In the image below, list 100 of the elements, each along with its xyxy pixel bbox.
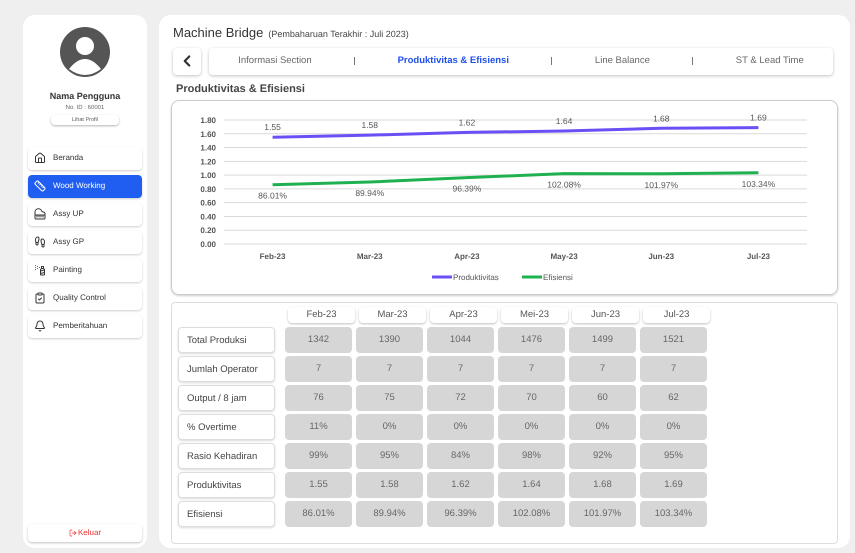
data-label: 1.68 [652, 113, 670, 124]
table-cell: 11% [285, 414, 352, 440]
table-cell: 0% [498, 414, 565, 440]
legend-swatch [432, 276, 452, 278]
table-cell: 95% [640, 443, 707, 469]
table-cell: 89.94% [356, 501, 423, 527]
menu-item[interactable]: Beranda [28, 146, 142, 170]
table-cell: 95% [356, 443, 423, 469]
y-tick-label: 0.00 [200, 240, 216, 249]
table-cell: 0% [640, 414, 707, 440]
table-cell: 1.58 [356, 472, 423, 498]
data-label: 1.55 [264, 122, 281, 132]
menu-item[interactable]: Pemberitahuan [28, 314, 142, 338]
data-label: 96.39% [452, 184, 482, 194]
bell-icon [34, 320, 46, 332]
menu-item[interactable]: Quality Control [28, 286, 142, 310]
data-label: 102.08% [547, 180, 581, 190]
y-tick-label: 0.20 [200, 226, 216, 236]
menu-item[interactable]: Wood Working [28, 174, 142, 198]
table-cell: 0% [569, 414, 636, 440]
data-label: 103.34% [742, 178, 776, 189]
table-cell: 1.55 [285, 472, 352, 498]
y-tick-label: 0.60 [200, 198, 216, 208]
x-tick-label: Feb-23 [260, 252, 286, 261]
row-label: Efisiensi [178, 501, 275, 527]
table-cell: 101.97% [569, 501, 636, 527]
table-cell: 0% [356, 414, 423, 440]
table-cell: 92% [569, 443, 636, 469]
data-label: 1.62 [458, 117, 476, 128]
y-tick-label: 1.60 [200, 130, 216, 139]
menu-item[interactable]: Painting [28, 258, 142, 282]
row-label: Produktivitas [178, 472, 275, 498]
legend-label: Efisiensi [543, 273, 573, 282]
data-label: 1.58 [361, 120, 378, 130]
table-cell: 7 [427, 356, 494, 382]
table-cell: 7 [285, 356, 352, 382]
table-cell: 72 [427, 385, 494, 411]
table-cell: 1044 [427, 327, 494, 353]
data-label: 86.01% [258, 190, 287, 201]
table-cell: 70 [498, 385, 565, 411]
row-label: Jumlah Operator [178, 356, 275, 382]
x-tick-label: Jul-23 [746, 252, 770, 261]
legend-label: Produktivitas [453, 273, 499, 282]
back-button[interactable] [173, 48, 201, 74]
user-name: Nama Pengguna [50, 90, 120, 103]
x-tick-label: May-23 [550, 252, 578, 261]
table-cell: 86.01% [285, 501, 352, 527]
table-cell: 96.39% [427, 501, 494, 527]
table-cell: 1390 [356, 327, 423, 353]
table-cell: 7 [569, 356, 636, 382]
row-label: % Overtime [178, 414, 275, 440]
table-cell: 1.69 [640, 472, 707, 498]
page-title: Machine Bridge [173, 24, 264, 42]
row-label: Output / 8 jam [178, 385, 275, 411]
column-header: Apr-23 [430, 307, 497, 323]
table-cell: 7 [640, 356, 707, 382]
x-tick-label: Mar-23 [356, 252, 383, 261]
table-cell: 1499 [569, 327, 636, 353]
house-icon [34, 152, 46, 164]
x-tick-label: Jun-23 [648, 252, 674, 261]
tab[interactable]: Informasi Section [238, 54, 312, 68]
ruler-icon [34, 180, 46, 192]
table-cell: 1.68 [569, 472, 636, 498]
y-tick-label: 0.40 [200, 212, 216, 222]
tab[interactable]: ST & Lead Time [736, 54, 804, 68]
table-cell: 1.64 [498, 472, 565, 498]
page-subtitle: (Pembaharuan Terakhir : Juli 2023) [268, 28, 409, 41]
avatar-icon [60, 27, 110, 77]
data-label: 101.97% [644, 180, 678, 190]
data-label: 1.69 [750, 112, 767, 123]
table-cell: 98% [498, 443, 565, 469]
tab[interactable]: Produktivitas & Efisiensi [398, 54, 509, 68]
menu-item[interactable]: Assy UP [28, 202, 142, 226]
column-header: Jun-23 [572, 307, 639, 323]
table-cell: 1476 [498, 327, 565, 353]
section-title: Produktivitas & Efisiensi [176, 82, 306, 96]
menu-item[interactable]: Assy GP [28, 230, 142, 254]
y-tick-label: 1.40 [200, 144, 216, 153]
clipboard-icon [34, 292, 46, 304]
y-tick-label: 1.00 [200, 171, 216, 180]
table-cell: 60 [569, 385, 636, 411]
tab[interactable]: Line Balance [594, 54, 650, 68]
row-label: Rasio Kehadiran [178, 443, 275, 469]
table-cell: 1.62 [427, 472, 494, 498]
table-cell: 99% [285, 443, 352, 469]
y-tick-label: 0.80 [200, 184, 216, 194]
logout-icon [68, 529, 77, 537]
column-header: Mei-23 [501, 307, 568, 323]
table-cell: 84% [427, 443, 494, 469]
logout-button[interactable]: Keluar [28, 524, 142, 542]
data-label: 1.64 [556, 116, 572, 126]
column-header: Feb-23 [288, 307, 355, 323]
column-header: Mar-23 [359, 307, 426, 323]
y-tick-label: 1.20 [200, 157, 216, 166]
table-cell: 1342 [285, 327, 352, 353]
row-label: Total Produksi [178, 327, 275, 353]
x-tick-label: Apr-23 [454, 252, 480, 261]
data-label: 89.94% [355, 188, 384, 198]
table-cell: 102.08% [498, 501, 565, 527]
table-cell: 75 [356, 385, 423, 411]
